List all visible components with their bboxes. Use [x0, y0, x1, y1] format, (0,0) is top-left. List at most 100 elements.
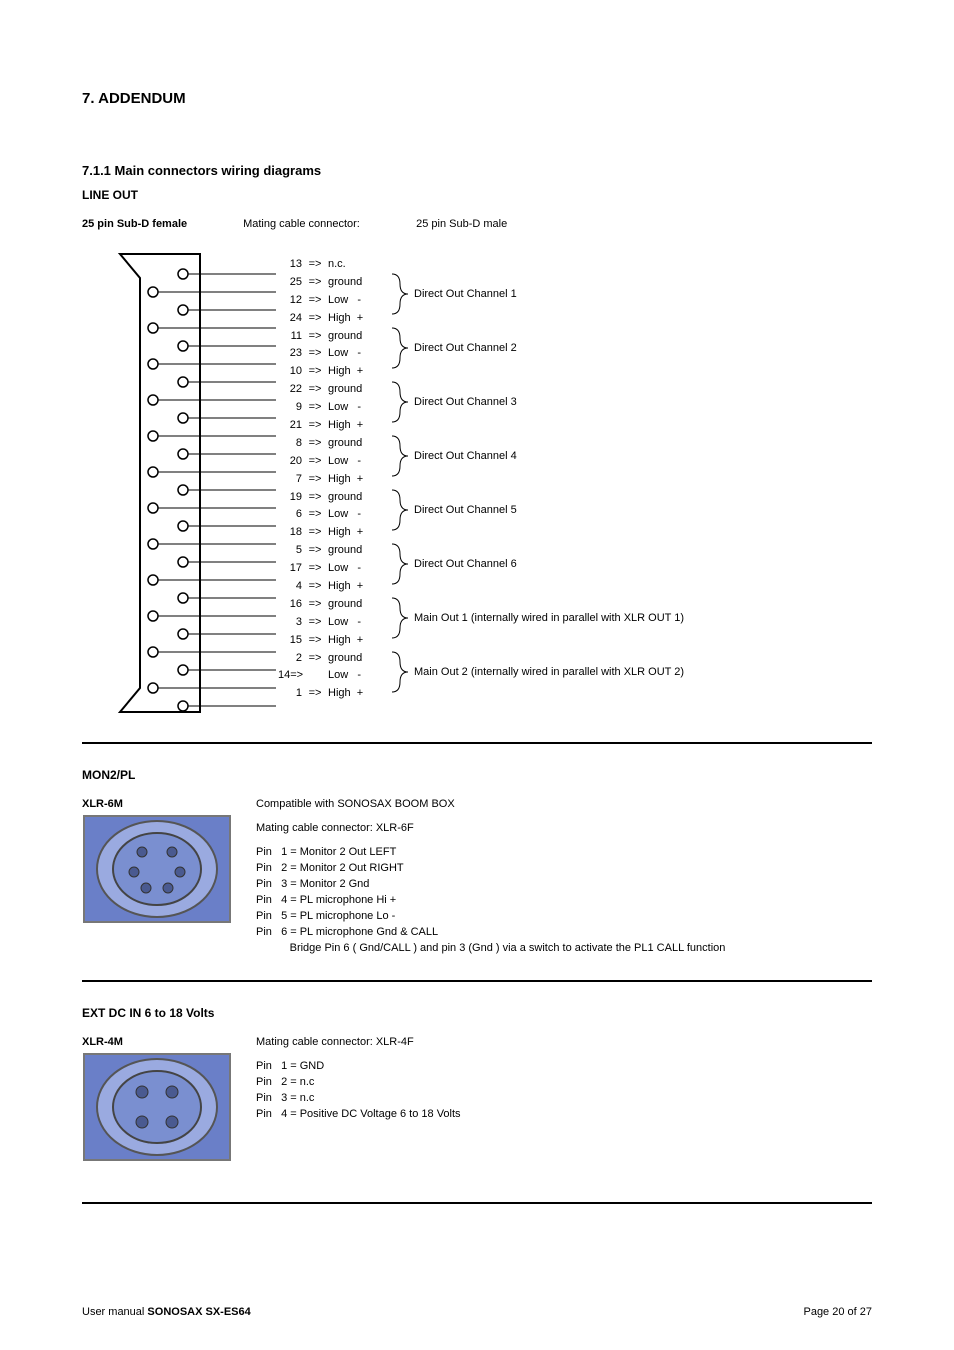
subsection-heading: 7.1.1 Main connectors wiring diagrams [82, 163, 872, 178]
pin-number: 14=> [278, 667, 302, 685]
pin-number: 7 [278, 471, 302, 489]
pin-signal: High + [328, 632, 392, 650]
pin-row: 8=>ground [278, 435, 392, 453]
pin-number: 17 [278, 560, 302, 578]
channel-label: Direct Out Channel 5 [414, 504, 517, 516]
arrow-icon: => [302, 650, 328, 668]
pin-row: 20=>Low - [278, 453, 392, 471]
footer-product: SONOSAX SX-ES64 [147, 1306, 250, 1318]
pin-signal: Low - [328, 345, 392, 363]
pin-line: Pin 2 = Monitor 2 Out RIGHT [256, 860, 725, 876]
pin-number: 6 [278, 506, 302, 524]
mon2-compat: Compatible with SONOSAX BOOM BOX [256, 796, 725, 812]
pin-signal: Low - [328, 614, 392, 632]
pin-row: 11=>ground [278, 328, 392, 346]
arrow-icon: => [302, 381, 328, 399]
arrow-icon: => [302, 632, 328, 650]
pin-signal: n.c. [328, 256, 392, 274]
pin-signal: ground [328, 650, 392, 668]
pin-number: 21 [278, 417, 302, 435]
pin-signal: ground [328, 328, 392, 346]
pin-line: Bridge Pin 6 ( Gnd/CALL ) and pin 3 (Gnd… [256, 940, 725, 956]
pin-line: Pin 3 = Monitor 2 Gnd [256, 876, 725, 892]
pin-row: 7=>High + [278, 471, 392, 489]
mon2-pin-list: Pin 1 = Monitor 2 Out LEFTPin 2 = Monito… [256, 844, 725, 956]
pin-signal: Low - [328, 292, 392, 310]
footer-left-pre: User manual [82, 1306, 147, 1318]
arrow-icon: => [302, 578, 328, 596]
pin-number: 9 [278, 399, 302, 417]
pin-row: 24=>High + [278, 310, 392, 328]
pin-signal: High + [328, 471, 392, 489]
pin-row: 15=>High + [278, 632, 392, 650]
pin-signal: High + [328, 310, 392, 328]
pin-number: 25 [278, 274, 302, 292]
arrow-icon: => [302, 292, 328, 310]
pin-number: 24 [278, 310, 302, 328]
divider [82, 980, 872, 982]
arrow-icon: => [302, 506, 328, 524]
arrow-icon: => [302, 256, 328, 274]
pin-signal: High + [328, 524, 392, 542]
pin-number: 19 [278, 489, 302, 507]
arrow-icon: => [302, 471, 328, 489]
divider [82, 742, 872, 744]
dc-pin-list: Pin 1 = GNDPin 2 = n.cPin 3 = n.cPin 4 =… [256, 1058, 461, 1122]
channel-label: Main Out 2 (internally wired in parallel… [414, 666, 684, 678]
pin-number: 3 [278, 614, 302, 632]
pin-assignment-list: 13=>n.c.25=>ground12=>Low -24=>High +11=… [278, 256, 392, 703]
dsub-connector-icon [100, 248, 280, 718]
pin-number: 8 [278, 435, 302, 453]
pin-row: 5=>ground [278, 542, 392, 560]
pin-signal: High + [328, 685, 392, 703]
pin-signal: ground [328, 435, 392, 453]
pin-number: 23 [278, 345, 302, 363]
pin-number: 12 [278, 292, 302, 310]
pin-number: 4 [278, 578, 302, 596]
pin-line: Pin 6 = PL microphone Gnd & CALL [256, 924, 725, 940]
arrow-icon: => [302, 489, 328, 507]
xlr6m-connector-icon [82, 814, 232, 924]
pin-row: 6=>Low - [278, 506, 392, 524]
pin-signal: Low - [328, 506, 392, 524]
lineout-diagram: 13=>n.c.25=>ground12=>Low -24=>High +11=… [100, 248, 872, 718]
channel-brackets-icon [390, 270, 414, 720]
pin-number: 15 [278, 632, 302, 650]
pin-row: 19=>ground [278, 489, 392, 507]
pin-line: Pin 2 = n.c [256, 1074, 461, 1090]
dc-conn-name: XLR-4M [82, 1036, 872, 1048]
mon2-title: MON2/PL [82, 768, 872, 782]
channel-label: Direct Out Channel 6 [414, 558, 517, 570]
pin-line: Pin 5 = PL microphone Lo - [256, 908, 725, 924]
pin-number: 5 [278, 542, 302, 560]
arrow-icon: => [302, 345, 328, 363]
lineout-connector-line: 25 pin Sub-D female Mating cable connect… [82, 218, 872, 230]
pin-number: 2 [278, 650, 302, 668]
section-heading: 7. ADDENDUM [82, 90, 872, 107]
channel-label: Direct Out Channel 3 [414, 396, 517, 408]
pin-number: 13 [278, 256, 302, 274]
arrow-icon: => [302, 685, 328, 703]
pin-signal: Low - [328, 453, 392, 471]
channel-label: Direct Out Channel 2 [414, 342, 517, 354]
pin-number: 22 [278, 381, 302, 399]
pin-row: 4=>High + [278, 578, 392, 596]
pin-signal: ground [328, 489, 392, 507]
pin-signal: High + [328, 363, 392, 381]
channel-label: Direct Out Channel 1 [414, 288, 517, 300]
pin-line: Pin 4 = PL microphone Hi + [256, 892, 725, 908]
arrow-icon: => [302, 524, 328, 542]
pin-number: 10 [278, 363, 302, 381]
pin-number: 16 [278, 596, 302, 614]
pin-row: 2=>ground [278, 650, 392, 668]
pin-line: Pin 3 = n.c [256, 1090, 461, 1106]
arrow-icon: => [302, 417, 328, 435]
pin-row: 17=>Low - [278, 560, 392, 578]
mon2-section: MON2/PL XLR-6M Compatible with SONOSAX B… [82, 768, 872, 956]
channel-label: Main Out 1 (internally wired in parallel… [414, 612, 684, 624]
dc-mating: Mating cable connector: XLR-4F [256, 1034, 461, 1050]
pin-signal: High + [328, 417, 392, 435]
pin-signal: Low - [328, 667, 392, 685]
pin-row: 22=>ground [278, 381, 392, 399]
pin-number: 11 [278, 328, 302, 346]
